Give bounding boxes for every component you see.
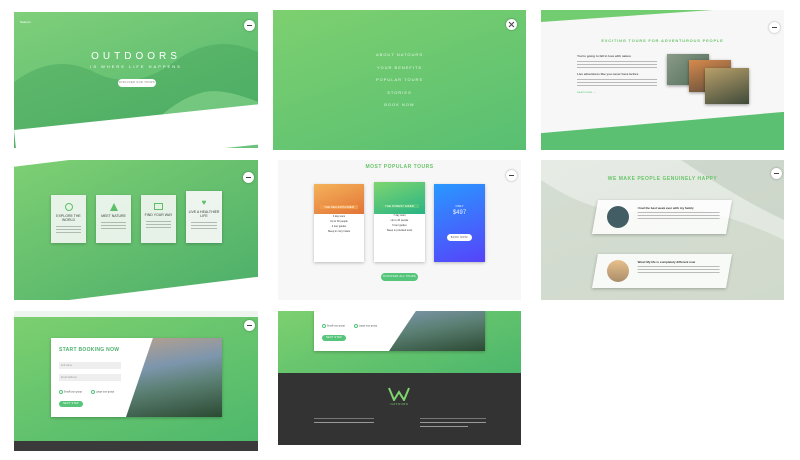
nav-item-about[interactable]: ABOUT NATOURS	[273, 52, 526, 65]
about-heading: EXCITING TOURS FOR ADVENTUROUS PEOPLE	[601, 38, 724, 43]
about-sub2: Live adventures like you never have befo…	[577, 72, 639, 76]
about-sub1: You're going to fall in love with nature	[577, 54, 631, 58]
footer-logo-icon[interactable]	[388, 387, 410, 401]
booking-heading: START BOOKING NOW	[59, 347, 120, 353]
feature-card-2[interactable]: MEET NATURE	[96, 195, 131, 243]
story-title-2: Wow! My life is completely different now	[637, 260, 696, 264]
nav-item-book[interactable]: BOOK NOW	[273, 102, 526, 115]
tour-card-3-back[interactable]: ONLY $497 BOOK NOW!	[434, 184, 485, 262]
hero-logo[interactable]: Natours	[20, 20, 31, 25]
booking-form-image-scrolled	[389, 311, 485, 351]
stories-tile: WE MAKE PEOPLE GENUINELY HAPPY I had the…	[541, 160, 784, 300]
story-avatar-2	[607, 260, 629, 282]
nav-item-benefits[interactable]: YOUR BENEFITS	[273, 65, 526, 78]
discover-tours-button[interactable]: DISCOVER OUR TOURS	[118, 79, 156, 87]
tree-icon	[109, 203, 118, 211]
feature-card-1[interactable]: EXPLORE THE WORLD	[51, 195, 86, 243]
tours-tile: MOST POPULAR TOURS THE SEA EXPLORER 3 da…	[278, 160, 521, 300]
tour-card-2[interactable]: THE FOREST HIKER 7 day tours Up to 40 pe…	[374, 182, 425, 262]
booking-tile: START BOOKING NOW Full name Email addres…	[14, 311, 258, 451]
about-text-block: You're going to fall in love with nature…	[577, 54, 657, 95]
book-now-button[interactable]: BOOK NOW!	[447, 234, 472, 241]
about-photo-3	[705, 68, 749, 104]
next-step-button[interactable]: NEXT STEP	[59, 401, 83, 407]
story-title-1: I had the best week ever with my family	[637, 206, 694, 210]
close-menu-button[interactable]	[506, 19, 517, 30]
tour-price-label: ONLY	[455, 204, 464, 208]
menu-button[interactable]	[244, 320, 255, 331]
menu-button[interactable]	[769, 22, 780, 33]
booking-name-field[interactable]: Full name	[59, 362, 121, 369]
stories-heading: WE MAKE PEOPLE GENUINELY HAPPY	[607, 176, 718, 182]
story-card-2[interactable]: Wow! My life is completely different now	[592, 254, 732, 288]
hero-subtitle: IS WHERE LIFE HAPPENS	[90, 64, 182, 69]
story-card-1[interactable]: I had the best week ever with my family	[592, 200, 732, 234]
nav-list: ABOUT NATOURS YOUR BENEFITS POPULAR TOUR…	[273, 52, 526, 115]
hero-title: OUTDOORS	[91, 51, 181, 62]
next-step-button-scrolled[interactable]: NEXT STEP	[322, 335, 346, 341]
footer-copyright-text-2	[420, 426, 468, 427]
menu-button[interactable]	[244, 20, 255, 31]
feature-card-4[interactable]: ♥ LIVE A HEALTHIER LIFE	[186, 191, 222, 243]
radio-large[interactable]	[91, 390, 95, 394]
hero-tile: Natours OUTDOORS IS WHERE LIFE HAPPENS D…	[14, 12, 258, 148]
about-tile: EXCITING TOURS FOR ADVENTUROUS PEOPLE Yo…	[541, 10, 784, 150]
about-top-slant	[541, 10, 784, 22]
booking-option-large-scrolled[interactable]: Large tour group	[354, 324, 377, 328]
footer-logo-text: NATOURS	[390, 402, 409, 406]
booking-option-small-scrolled[interactable]: Small tour group	[322, 324, 345, 328]
booking-option-large[interactable]: Large tour group	[91, 390, 114, 394]
globe-icon	[64, 203, 73, 211]
menu-button[interactable]	[771, 168, 782, 179]
booking-form-image	[126, 338, 222, 417]
booking-form-card: START BOOKING NOW Full name Email addres…	[51, 338, 222, 417]
about-bottom-slant	[541, 110, 784, 150]
discover-all-tours-button[interactable]: DISCOVER ALL TOURS	[381, 273, 418, 281]
footer-copyright-line	[420, 418, 486, 419]
booking-option-small[interactable]: Small tour group	[59, 390, 82, 394]
footer-tile: Small tour group Large tour group NEXT S…	[278, 311, 521, 445]
booking-top-fade	[14, 311, 258, 317]
features-tile: EXPLORE THE WORLD MEET NATURE FIND YOUR …	[14, 160, 258, 300]
about-learn-more-link[interactable]: Learn more →	[577, 90, 657, 95]
booking-email-field[interactable]: Email address	[59, 374, 121, 381]
radio-small[interactable]	[59, 390, 63, 394]
footer-nav-line	[314, 418, 374, 419]
heart-icon: ♥	[201, 198, 207, 207]
feature-card-3[interactable]: FIND YOUR WAY	[141, 195, 176, 243]
tours-heading: MOST POPULAR TOURS	[365, 164, 434, 170]
tour-card-1[interactable]: THE SEA EXPLORER 3 day tours Up to 30 pe…	[314, 184, 364, 262]
booking-form-card-scrolled: Small tour group Large tour group NEXT S…	[314, 311, 485, 351]
story-avatar-1	[607, 206, 629, 228]
radio-large-scrolled[interactable]	[354, 324, 358, 328]
footer-copyright-text	[420, 422, 486, 423]
tour-price: $497	[452, 210, 467, 216]
radio-small-scrolled[interactable]	[322, 324, 326, 328]
menu-button[interactable]	[506, 170, 517, 181]
booking-bottom-bar	[14, 441, 258, 451]
footer-nav-links[interactable]	[314, 422, 374, 423]
nav-item-stories[interactable]: STORIES	[273, 90, 526, 103]
nav-item-tours[interactable]: POPULAR TOURS	[273, 77, 526, 90]
menu-button[interactable]	[243, 172, 254, 183]
menu-tile: ABOUT NATOURS YOUR BENEFITS POPULAR TOUR…	[273, 10, 526, 150]
map-icon	[154, 203, 163, 210]
